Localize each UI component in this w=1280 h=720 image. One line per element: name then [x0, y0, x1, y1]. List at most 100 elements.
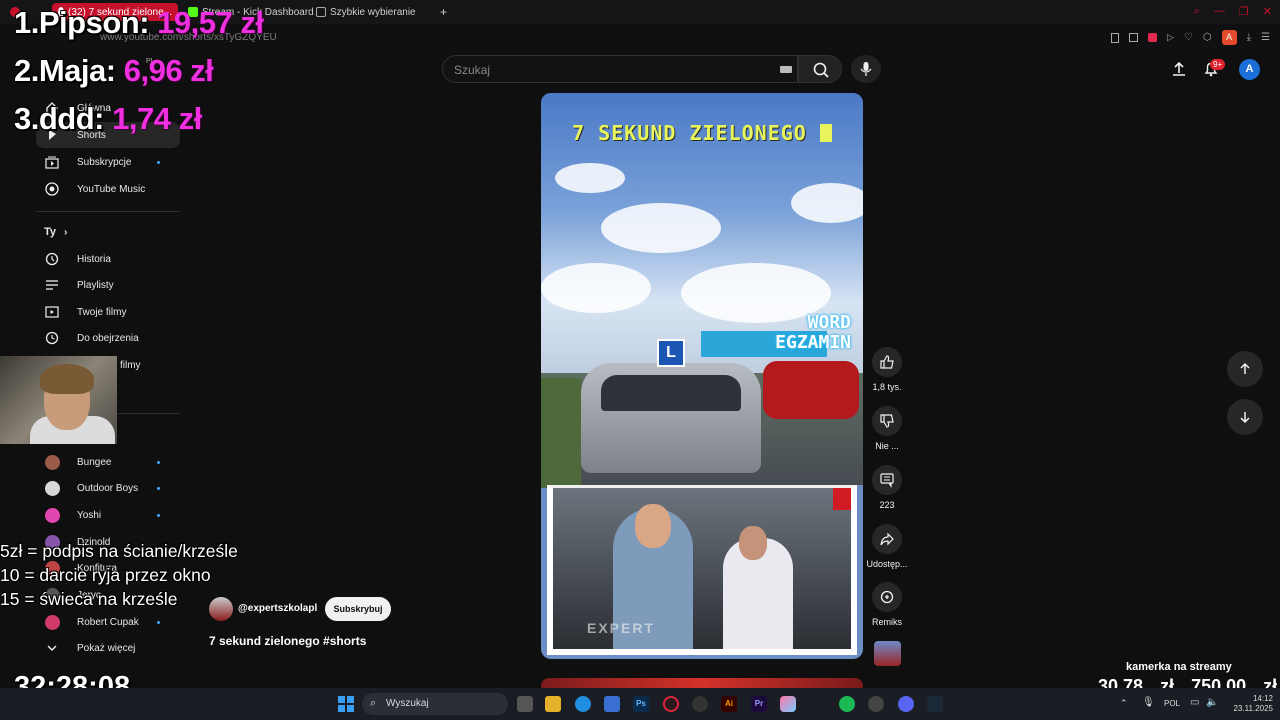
like-button[interactable] [872, 347, 902, 377]
channel-avatar [45, 454, 60, 470]
photoshop-icon[interactable]: Ps [633, 696, 649, 712]
edge-icon[interactable] [575, 696, 591, 712]
search-button[interactable] [798, 55, 842, 83]
menu-icon[interactable]: ☰ [1261, 32, 1270, 43]
channel-avatar [45, 614, 60, 630]
voice-search-button[interactable] [851, 55, 881, 83]
upload-icon[interactable] [1170, 60, 1188, 78]
donation-rank-2: 2.Maja: 6,96 zł [14, 53, 214, 88]
next-short-preview[interactable] [541, 678, 863, 688]
channel-avatar[interactable] [209, 597, 233, 621]
sidebar-show-more[interactable]: Pokaż więcej [36, 635, 180, 661]
short-title[interactable]: 7 sekund zielonego #shorts [209, 634, 366, 648]
app-icon[interactable] [780, 696, 796, 712]
illustrator-icon[interactable]: Ai [721, 696, 737, 712]
sidebar-item-watch-later[interactable]: Do obejrzenia [36, 325, 180, 351]
new-tab-button[interactable]: + [434, 3, 453, 21]
dislike-icon [880, 414, 894, 428]
video-inset-cabin: EXPERT [547, 485, 857, 655]
microphone-icon[interactable]: 🎙 [1142, 697, 1155, 708]
new-content-dot [157, 160, 160, 164]
notification-count-badge: 9+ [1210, 59, 1226, 70]
shorts-video-player[interactable]: L 7 SEKUND ZIELONEGO WORD EGZAMIN EXPERT [541, 93, 863, 659]
video-car-window [601, 375, 741, 411]
music-icon [45, 182, 59, 196]
comment-icon [880, 473, 894, 488]
capcut-icon[interactable] [692, 696, 708, 712]
chevron-right-icon: › [64, 226, 68, 238]
account-avatar[interactable]: A [1239, 59, 1260, 80]
search-icon: ⌕ [370, 697, 377, 709]
remix-label: Remiks [871, 617, 902, 627]
tray-expand-icon[interactable]: ⌃ [1120, 698, 1128, 709]
bookmark-icon[interactable] [1110, 32, 1119, 43]
maximize-icon[interactable]: ❐ [1239, 5, 1249, 18]
task-view-icon[interactable] [517, 696, 533, 712]
video-red-car [763, 361, 859, 419]
subscribe-button[interactable]: Subskrybuj [325, 597, 391, 621]
new-content-dot [157, 460, 160, 464]
sidebar-divider [36, 211, 180, 212]
heart-icon[interactable]: ♡ [1184, 32, 1193, 43]
sidebar-channel-outdoor-boys[interactable]: Outdoor Boys [36, 475, 180, 501]
next-short-button[interactable] [1227, 399, 1263, 435]
sidebar-channel-robert-cupak[interactable]: Robert Cupak [36, 609, 180, 635]
share-label: Udostęp... [866, 559, 908, 569]
extensions-icon[interactable]: ⬡ [1203, 32, 1212, 43]
sidebar-item-history[interactable]: Historia [36, 246, 180, 272]
video-overlay-title: 7 SEKUND ZIELONEGO [551, 121, 853, 145]
minimize-icon[interactable]: — [1214, 5, 1225, 18]
clock-time[interactable]: 14:12 [1233, 694, 1273, 703]
windows-start-icon[interactable] [338, 696, 354, 712]
clock-date[interactable]: 23.11.2025 [1221, 704, 1273, 713]
sidebar-you-header[interactable]: Ty › [36, 219, 180, 245]
learner-plate: L [657, 339, 685, 367]
sidebar-channel-bungee[interactable]: Bungee [36, 449, 180, 475]
close-icon[interactable]: ✕ [1263, 5, 1272, 18]
search-icon [813, 62, 829, 78]
search-tabs-icon[interactable]: ⌕ [1194, 5, 1200, 18]
sidebar-item-subscriptions[interactable]: Subskrypcje [36, 149, 180, 175]
word-exam-label: WORD EGZAMIN [775, 312, 851, 353]
store-icon[interactable] [604, 696, 620, 712]
snapshot-icon[interactable] [1128, 33, 1138, 42]
download-icon[interactable]: ⤓ [1247, 32, 1251, 43]
tab-speed-dial[interactable]: Szybkie wybieranie [310, 3, 422, 21]
channel-avatar [45, 480, 60, 496]
comments-button[interactable] [872, 465, 902, 495]
share-icon [880, 532, 894, 546]
sidebar-item-playlists[interactable]: Playlisty [36, 272, 180, 298]
dislike-button[interactable] [872, 406, 902, 436]
search-input[interactable]: Szukaj [442, 55, 798, 83]
sound-thumbnail[interactable] [874, 641, 901, 666]
premiere-icon[interactable]: Pr [751, 696, 767, 712]
microphone-icon [860, 62, 872, 76]
arrow-up-icon [1240, 362, 1250, 374]
volume-icon[interactable]: 🔈 [1206, 697, 1218, 708]
sidebar-item-your-videos[interactable]: Twoje filmy [36, 299, 180, 325]
sidebar-item-youtube-music[interactable]: YouTube Music [36, 176, 180, 202]
file-explorer-icon[interactable] [545, 696, 561, 712]
window-controls: ⌕ — ❐ ✕ [1194, 5, 1272, 18]
profile-extension-badge[interactable]: A [1221, 30, 1237, 45]
discord-icon[interactable] [898, 696, 914, 712]
player-icon[interactable]: ▷ [1167, 32, 1174, 43]
previous-short-button[interactable] [1227, 351, 1263, 387]
spotify-icon[interactable] [839, 696, 855, 712]
network-icon[interactable]: ▭ [1190, 697, 1199, 708]
language-indicator[interactable]: POL [1164, 699, 1180, 708]
obs-icon[interactable] [868, 696, 884, 712]
taskbar-search[interactable]: ⌕ Wyszukaj [362, 693, 508, 715]
opera-gx-icon[interactable] [663, 696, 679, 712]
steam-icon[interactable] [927, 696, 943, 712]
donation-rule-3: 15 = świeca na krześle [0, 589, 178, 609]
remix-button[interactable] [872, 582, 902, 612]
keyboard-icon[interactable] [780, 66, 792, 73]
sidebar-channel-yoshi[interactable]: Yoshi [36, 502, 180, 528]
playlist-icon [45, 278, 59, 292]
shield-icon[interactable] [1147, 33, 1157, 42]
watch-later-icon [45, 331, 59, 345]
dislike-label: Nie ... [875, 441, 899, 451]
share-button[interactable] [872, 524, 902, 554]
channel-name[interactable]: @expertszkolapl [238, 603, 317, 614]
